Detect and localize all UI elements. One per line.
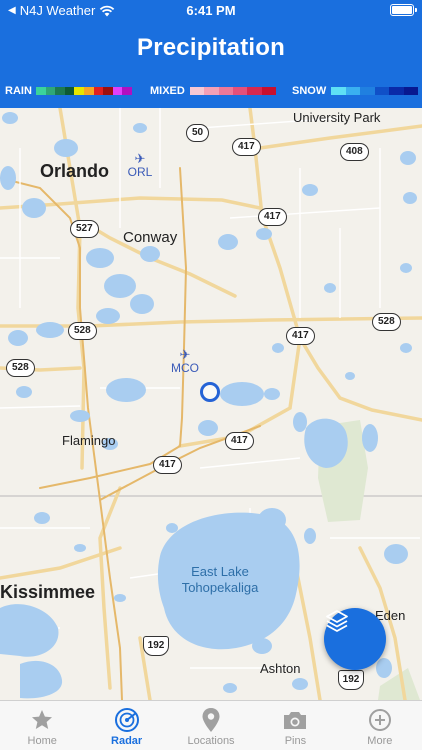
road-shield-528: 528 (372, 313, 401, 331)
current-location-marker (200, 382, 220, 402)
layers-button[interactable] (324, 608, 386, 670)
legend-rain-swatch (112, 87, 123, 95)
location-pin-icon (201, 707, 221, 733)
page-title: Precipitation (137, 34, 285, 61)
legend-rain-bar (36, 87, 132, 95)
place-flamingo: Flamingo (62, 433, 116, 448)
legend-snow-swatch (389, 87, 404, 95)
airport-orl: ✈ ORL (127, 151, 153, 179)
status-time: 6:41 PM (186, 3, 236, 18)
radar-map[interactable]: University Park Orlando Conway Flamingo … (0, 108, 422, 700)
road-shield-417: 417 (153, 456, 182, 474)
legend-rain-swatch (64, 87, 75, 95)
airplane-icon: ✈ (134, 151, 146, 166)
place-conway: Conway (123, 229, 178, 246)
precipitation-legend: RAIN MIXED SNOW (0, 84, 422, 98)
us-route-shield-192: 192 (338, 670, 364, 690)
tab-locations[interactable]: Locations (169, 701, 253, 750)
place-kissimmee: Kissimmee (0, 582, 96, 602)
legend-rain-swatch (55, 87, 65, 95)
legend-snow-swatch (374, 87, 389, 95)
road-shield-417: 417 (225, 432, 254, 450)
legend-rain-swatch (122, 87, 132, 95)
road-shield-528: 528 (68, 322, 97, 340)
legend-mixed-swatch (261, 87, 276, 95)
legend-rain-swatch (93, 87, 104, 95)
tab-more-label: More (367, 735, 393, 747)
legend-mixed-swatch (204, 87, 219, 95)
place-orlando: Orlando (40, 161, 110, 181)
legend-snow-bar (331, 87, 418, 95)
airport-mco: ✈ MCO (171, 347, 199, 375)
tab-home[interactable]: Home (0, 701, 84, 750)
tab-radar[interactable]: Radar (84, 701, 168, 750)
star-icon (30, 707, 54, 733)
tab-more[interactable]: More (338, 701, 422, 750)
legend-snow-label: SNOW (292, 85, 327, 97)
tab-pins[interactable]: Pins (253, 701, 337, 750)
tab-bar: Home Radar Locations Pins More (0, 700, 422, 750)
radar-icon (114, 707, 140, 733)
legend-mixed-label: MIXED (150, 85, 185, 97)
tab-pins-label: Pins (284, 735, 307, 747)
legend-rain-swatch (103, 87, 113, 95)
legend-rain-swatch (45, 87, 56, 95)
road-shield-417: 417 (286, 327, 315, 345)
legend-mixed-swatch (232, 87, 248, 95)
legend-snow-swatch (345, 87, 360, 95)
legend-mixed-swatch (218, 87, 233, 95)
place-ashton: Ashton (260, 661, 301, 676)
road-shield-417: 417 (258, 208, 287, 226)
camera-icon (282, 707, 308, 733)
road-shield-527: 527 (70, 220, 99, 238)
legend-rain-swatch (36, 87, 46, 95)
legend-snow-swatch (331, 87, 346, 95)
legend-snow-swatch (403, 87, 418, 95)
road-shield-408: 408 (340, 143, 369, 161)
legend-snow-swatch (360, 87, 375, 95)
status-bar: ◀ N4J Weather 6:41 PM (0, 0, 422, 22)
app-header: ◀ N4J Weather 6:41 PM Precipitation RAIN… (0, 0, 422, 108)
road-shield-528: 528 (6, 359, 35, 377)
legend-mixed-swatch (190, 87, 205, 95)
place-university-park: University Park (293, 110, 381, 125)
road-shield-417: 417 (232, 138, 261, 156)
legend-rain-label: RAIN (5, 85, 32, 97)
tab-locations-label: Locations (187, 735, 235, 747)
us-route-shield-192: 192 (143, 636, 169, 656)
legend-rain-swatch (74, 87, 84, 95)
road-shield-50: 50 (186, 124, 210, 142)
tab-home-label: Home (27, 735, 57, 747)
plus-circle-icon (368, 707, 392, 733)
legend-mixed-swatch (247, 87, 262, 95)
layers-icon (326, 610, 348, 632)
place-east-lake-tohopekaliga: East Lake Tohopekaliga (181, 564, 259, 595)
tab-radar-label: Radar (111, 735, 143, 747)
legend-mixed-bar (190, 87, 276, 95)
battery-icon (390, 4, 417, 16)
airplane-icon: ✈ (179, 347, 191, 362)
legend-rain-swatch (83, 87, 94, 95)
